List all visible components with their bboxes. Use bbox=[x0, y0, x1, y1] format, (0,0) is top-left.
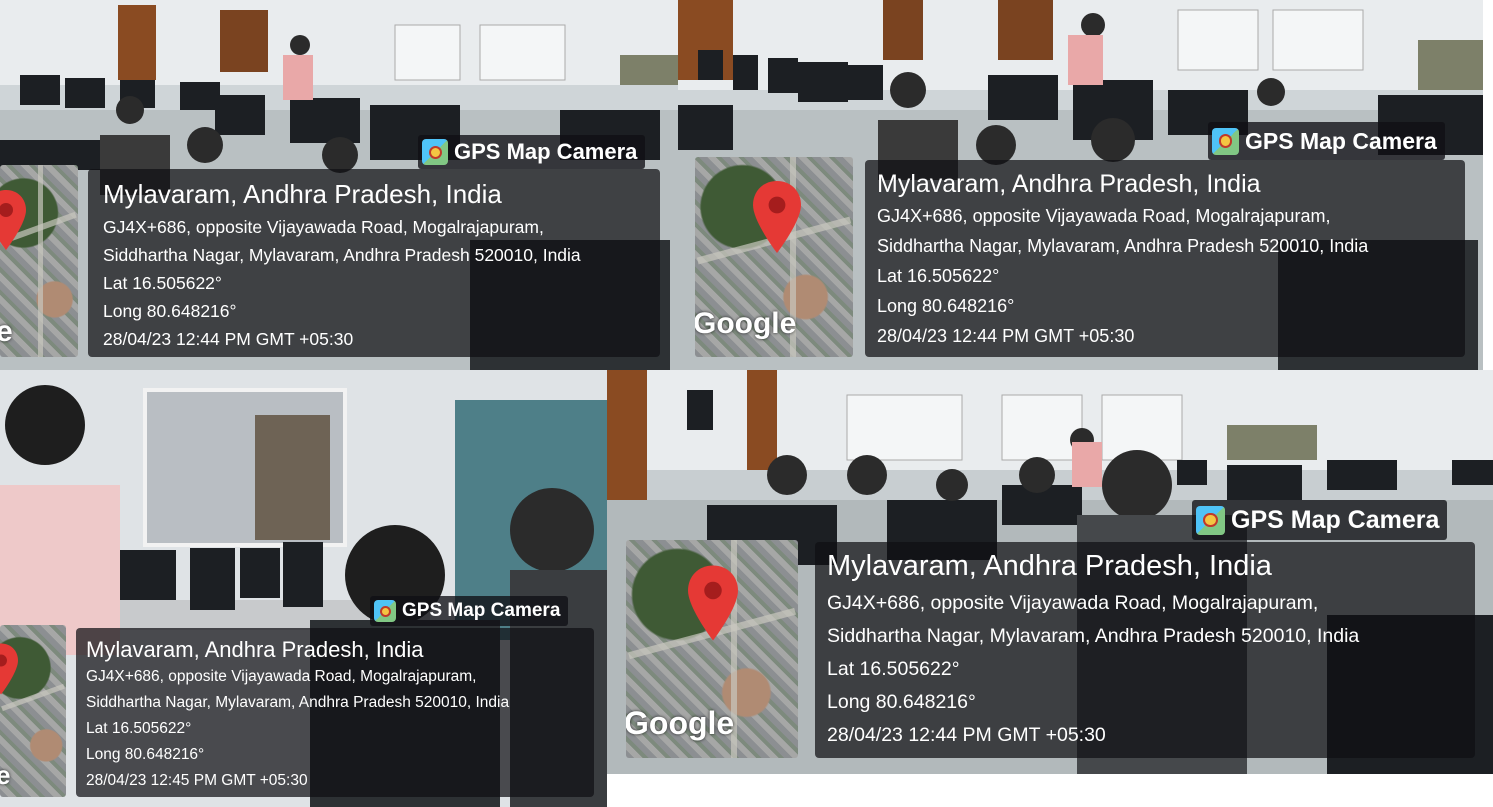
timestamp: 28/04/23 12:45 PM GMT +05:30 bbox=[86, 772, 308, 789]
longitude: Long 80.648216° bbox=[86, 746, 205, 763]
gps-map-camera-app-icon bbox=[422, 139, 448, 165]
google-logo: e bbox=[0, 760, 11, 790]
gps-map-camera-badge: GPS Map Camera bbox=[1208, 122, 1445, 160]
gps-map-camera-app-icon bbox=[374, 600, 396, 622]
location-info-panel: Mylavaram, Andhra Pradesh, India GJ4X+68… bbox=[865, 160, 1465, 357]
address-line-1: GJ4X+686, opposite Vijayawada Road, Moga… bbox=[827, 592, 1319, 614]
location-map-thumbnail: Google bbox=[626, 540, 798, 758]
latitude: Lat 16.505622° bbox=[103, 273, 222, 293]
google-logo: e bbox=[0, 315, 13, 348]
map-pin-icon bbox=[0, 643, 18, 695]
camera-label: GPS Map Camera bbox=[1231, 505, 1440, 534]
place-name: Mylavaram, Andhra Pradesh, India bbox=[103, 179, 502, 209]
longitude: Long 80.648216° bbox=[827, 691, 976, 713]
timestamp: 28/04/23 12:44 PM GMT +05:30 bbox=[877, 326, 1135, 346]
map-pin-icon bbox=[753, 181, 801, 253]
address-line-1: GJ4X+686, opposite Vijayawada Road, Moga… bbox=[103, 217, 544, 237]
address-line-1: GJ4X+686, opposite Vijayawada Road, Moga… bbox=[86, 668, 477, 685]
map-pin-icon bbox=[0, 190, 26, 250]
gps-map-camera-app-icon bbox=[1196, 505, 1225, 535]
geotag-photo-3: e GPS Map Camera Mylavaram, Andhra Prade… bbox=[0, 370, 607, 807]
address-line-2: Siddhartha Nagar, Mylavaram, Andhra Prad… bbox=[827, 625, 1360, 647]
gps-map-camera-badge: GPS Map Camera bbox=[418, 135, 646, 169]
place-name: Mylavaram, Andhra Pradesh, India bbox=[827, 550, 1272, 582]
gps-map-camera-app-icon bbox=[1212, 127, 1239, 155]
address-line-1: GJ4X+686, opposite Vijayawada Road, Moga… bbox=[877, 206, 1331, 226]
geotag-photo-4: Google GPS Map Camera Mylavaram, Andhra … bbox=[607, 370, 1493, 774]
location-info-panel: Mylavaram, Andhra Pradesh, India GJ4X+68… bbox=[76, 628, 594, 797]
longitude: Long 80.648216° bbox=[877, 296, 1015, 316]
latitude: Lat 16.505622° bbox=[877, 266, 1000, 286]
geotag-photo-2: Google GPS Map Camera Mylavaram, Andhra … bbox=[678, 0, 1483, 370]
geotag-photo-1: e GPS Map Camera Mylavaram, Andhra Prade… bbox=[0, 0, 678, 370]
map-pin-icon bbox=[688, 565, 738, 641]
timestamp: 28/04/23 12:44 PM GMT +05:30 bbox=[827, 724, 1106, 746]
timestamp: 28/04/23 12:44 PM GMT +05:30 bbox=[103, 329, 354, 349]
camera-label: GPS Map Camera bbox=[1245, 127, 1437, 154]
gps-map-camera-badge: GPS Map Camera bbox=[1192, 500, 1448, 540]
longitude: Long 80.648216° bbox=[103, 301, 237, 321]
address-line-2: Siddhartha Nagar, Mylavaram, Andhra Prad… bbox=[103, 245, 581, 265]
location-map-thumbnail: Google bbox=[695, 157, 853, 357]
address-line-2: Siddhartha Nagar, Mylavaram, Andhra Prad… bbox=[877, 236, 1369, 256]
gps-map-camera-badge: GPS Map Camera bbox=[370, 596, 569, 626]
location-map-thumbnail: e bbox=[0, 625, 66, 797]
google-logo: Google bbox=[695, 307, 797, 340]
location-info-panel: Mylavaram, Andhra Pradesh, India GJ4X+68… bbox=[815, 542, 1475, 758]
google-logo: Google bbox=[626, 705, 735, 741]
location-map-thumbnail: e bbox=[0, 165, 78, 357]
location-info-panel: Mylavaram, Andhra Pradesh, India GJ4X+68… bbox=[88, 169, 660, 357]
camera-label: GPS Map Camera bbox=[402, 600, 561, 621]
address-line-2: Siddhartha Nagar, Mylavaram, Andhra Prad… bbox=[86, 694, 510, 711]
latitude: Lat 16.505622° bbox=[86, 720, 192, 737]
camera-label: GPS Map Camera bbox=[454, 139, 638, 164]
place-name: Mylavaram, Andhra Pradesh, India bbox=[86, 637, 424, 662]
place-name: Mylavaram, Andhra Pradesh, India bbox=[877, 170, 1261, 198]
latitude: Lat 16.505622° bbox=[827, 658, 960, 680]
